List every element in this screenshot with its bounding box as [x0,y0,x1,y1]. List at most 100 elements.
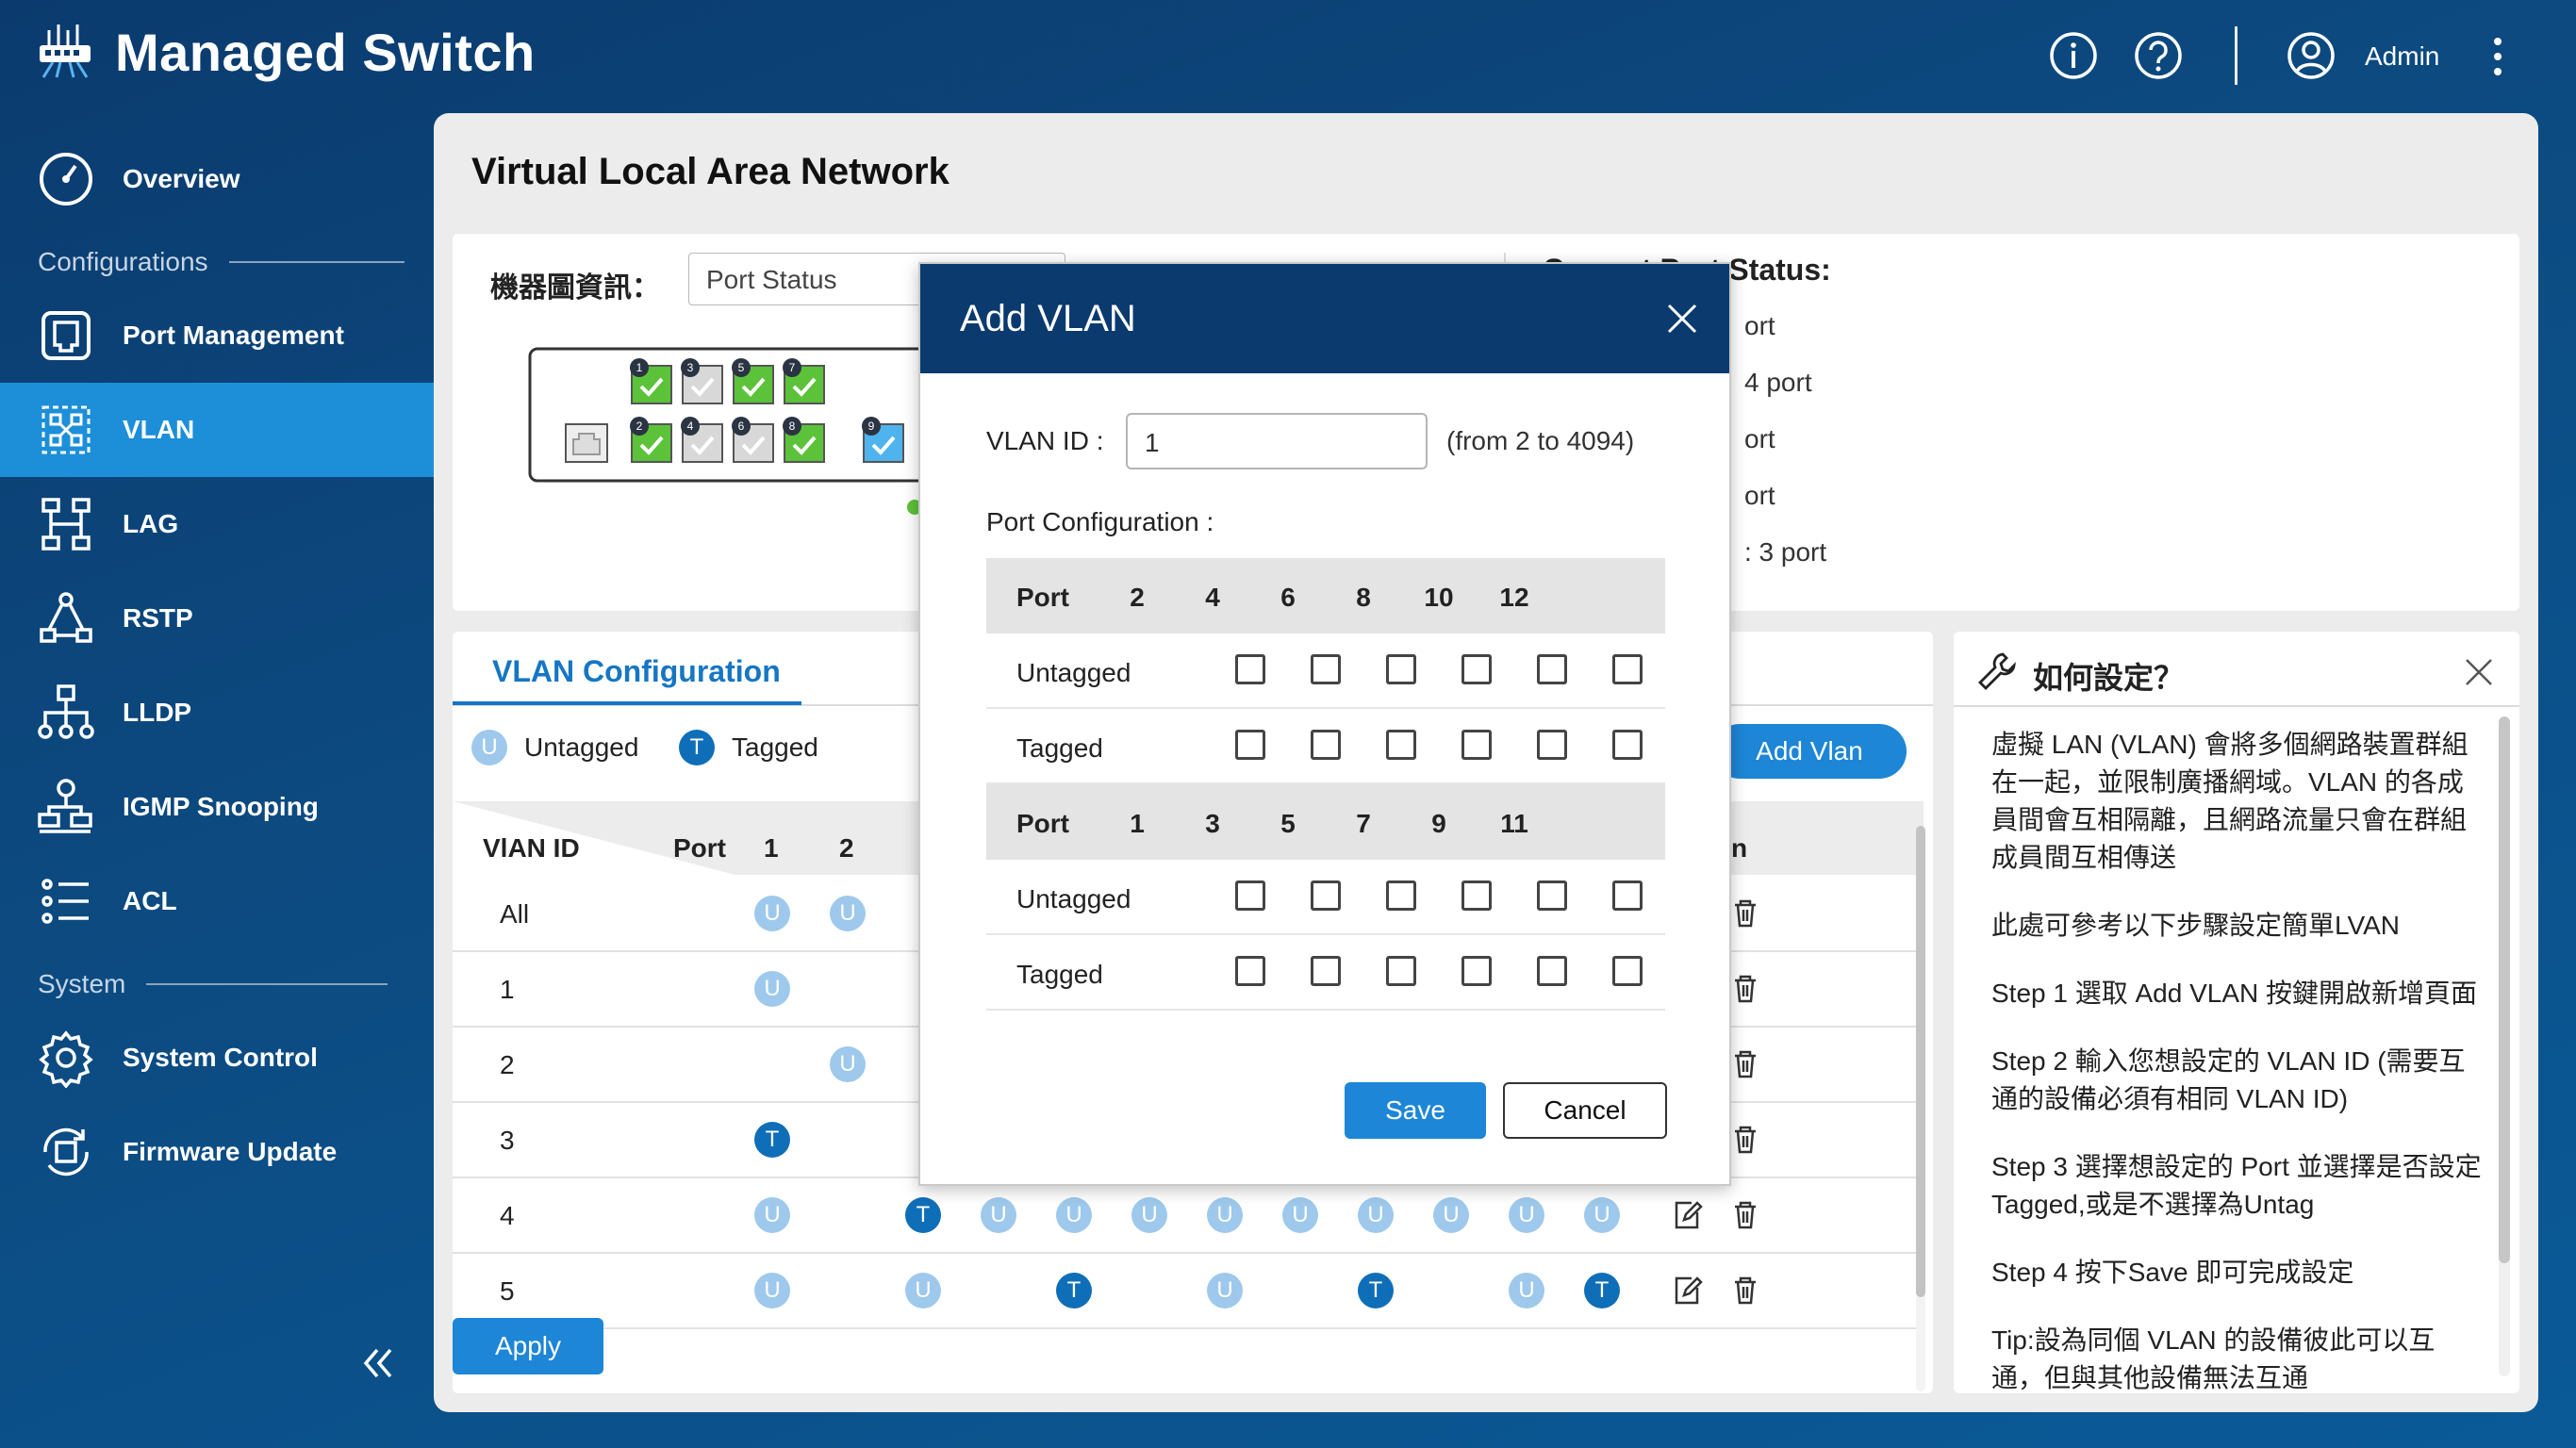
port-number: 1 [1130,809,1145,838]
untagged-badge: U [1282,1197,1318,1233]
untagged-badge: U [1358,1197,1394,1233]
sidebar-item-label: VLAN [123,415,195,444]
app-title: Managed Switch [115,22,536,82]
untagged-port-6-checkbox[interactable] [1386,654,1416,684]
sidebar-item-label: LLDP [123,698,192,727]
untagged-port-11-checkbox[interactable] [1612,880,1643,911]
untagged-port-5-checkbox[interactable] [1386,880,1416,911]
sidebar-item-system-control[interactable]: System Control [0,1011,434,1105]
section-configurations: Configurations [38,247,405,277]
help-title: 如何設定？ [2033,661,2185,695]
brand: Managed Switch [36,21,536,83]
sidebar-item-vlan[interactable]: VLAN [0,383,434,477]
tab-vlan-configuration[interactable]: VLAN Configuration [492,654,781,689]
vlan-id-input[interactable]: 1 [1126,413,1428,469]
sidebar-item-lag[interactable]: LAG [0,477,434,571]
untagged-badge: U [830,896,866,931]
help-paragraph: 此處可參考以下步驟設定簡單LVAN [1991,911,2400,940]
untagged-port-4-checkbox[interactable] [1311,654,1341,684]
untagged-port-9-checkbox[interactable] [1537,880,1567,911]
legend-label: Untagged [524,732,639,762]
edit-icon[interactable] [1669,1197,1705,1233]
sidebar-item-acl[interactable]: ACL [0,854,434,948]
untagged-badge: U [1509,1273,1544,1308]
untagged-badge: U [905,1273,941,1308]
user-avatar-icon[interactable] [2286,30,2337,81]
untagged-badge: U [1056,1197,1092,1233]
sidebar-item-igmp-snooping[interactable]: IGMP Snooping [0,760,434,854]
row-label: Tagged [1016,960,1103,989]
tagged-port-6-checkbox[interactable] [1386,730,1416,760]
untagged-port-2-checkbox[interactable] [1235,654,1265,684]
delete-icon[interactable] [1727,1122,1763,1158]
help-icon[interactable] [2133,30,2184,81]
help-card: 如何設定？ 虛擬 LAN (VLAN) 會將多個網路裝置群組在一起，並限制廣播網… [1954,632,2519,1393]
delete-icon[interactable] [1727,1197,1763,1233]
sidebar-item-label: LAG [123,509,179,538]
untagged-badge: U [471,730,507,765]
tagged-port-8-checkbox[interactable] [1461,730,1492,760]
top-divider [2235,26,2237,85]
collapse-sidebar-icon[interactable] [358,1344,396,1382]
more-options-icon[interactable] [2485,36,2510,77]
help-paragraph: 虛擬 LAN (VLAN) 會將多個網路裝置群組在一起，並限制廣播網域。VLAN… [1991,730,2469,872]
delete-icon[interactable] [1727,896,1763,931]
help-paragraph: Step 1 選取 Add VLAN 按鍵開啟新增頁面 [1991,979,2478,1008]
help-scrollbar-thumb[interactable] [2499,716,2510,1263]
section-label: System [38,969,126,998]
tagged-port-10-checkbox[interactable] [1537,730,1567,760]
save-button[interactable]: Save [1345,1082,1486,1139]
status-line: 4 port [1744,368,1812,397]
port-header-odd: Port 1 3 5 7 9 11 [986,784,1665,860]
vlan-id-label: VLAN ID : [986,426,1104,455]
row-vlan-id: 2 [500,1050,515,1079]
row-vlan-id: All [500,899,530,929]
sidebar-item-label: RSTP [123,603,193,633]
tagged-port-9-checkbox[interactable] [1537,956,1567,986]
tagged-port-4-checkbox[interactable] [1311,730,1341,760]
delete-icon[interactable] [1727,971,1763,1007]
tagged-port-11-checkbox[interactable] [1612,956,1643,986]
edit-icon[interactable] [1669,1273,1705,1308]
firmware-icon [43,1127,89,1176]
close-icon[interactable] [1665,302,1699,336]
tagged-row-even: Tagged [986,709,1665,784]
sidebar-item-port-management[interactable]: Port Management [0,288,434,383]
untagged-port-7-checkbox[interactable] [1461,880,1492,911]
untagged-badge: U [1509,1197,1544,1233]
untagged-port-1-checkbox[interactable] [1235,880,1265,911]
add-vlan-button[interactable]: Add Vlan [1712,724,1907,779]
untagged-badge: U [1433,1197,1469,1233]
help-paragraph: Step 2 輸入您想設定的 VLAN ID (需要互通的設備必須有相同 VLA… [1991,1046,2466,1113]
tagged-port-7-checkbox[interactable] [1461,956,1492,986]
untagged-badge: U [830,1046,866,1082]
apply-button[interactable]: Apply [453,1318,603,1374]
delete-icon[interactable] [1727,1046,1763,1082]
sidebar-item-rstp[interactable]: RSTP [0,571,434,666]
tagged-port-12-checkbox[interactable] [1612,730,1643,760]
info-icon[interactable] [2048,30,2099,81]
untagged-badge: U [1131,1197,1167,1233]
untagged-port-10-checkbox[interactable] [1537,654,1567,684]
sidebar-item-lldp[interactable]: LLDP [0,666,434,760]
delete-icon[interactable] [1727,1273,1763,1308]
admin-label[interactable]: Admin [2365,41,2439,72]
untagged-badge: U [1584,1197,1620,1233]
row-vlan-id: 5 [500,1276,515,1306]
untagged-port-8-checkbox[interactable] [1461,654,1492,684]
table-scrollbar-thumb[interactable] [1916,826,1925,1297]
sidebar-item-firmware-update[interactable]: Firmware Update [0,1105,434,1199]
untagged-port-3-checkbox[interactable] [1311,880,1341,911]
tagged-port-2-checkbox[interactable] [1235,730,1265,760]
cancel-button[interactable]: Cancel [1503,1082,1667,1139]
tagged-badge: T [1056,1273,1092,1308]
tagged-port-1-checkbox[interactable] [1235,956,1265,986]
port-number: 5 [1280,809,1296,838]
tagged-port-3-checkbox[interactable] [1311,956,1341,986]
tagged-port-5-checkbox[interactable] [1386,956,1416,986]
sidebar-item-overview[interactable]: Overview [0,132,434,226]
close-icon[interactable] [2463,656,2495,688]
untagged-port-12-checkbox[interactable] [1612,654,1643,684]
port-configuration-label: Port Configuration : [986,507,1214,536]
add-vlan-dialog: Add VLAN VLAN ID : 1 (from 2 to 4094) Po… [918,262,1731,1186]
